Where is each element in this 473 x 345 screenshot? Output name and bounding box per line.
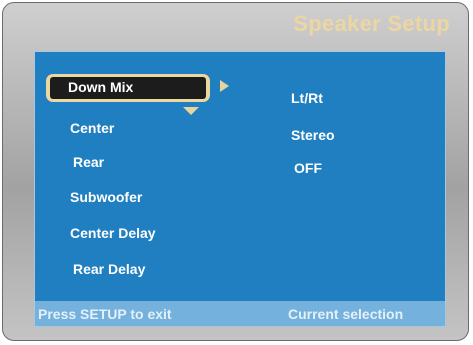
menu-item-rear-delay[interactable]: Rear Delay: [73, 261, 145, 277]
footer-bar: Press SETUP to exit Current selection: [35, 301, 445, 326]
menu-item-subwoofer[interactable]: Subwoofer: [70, 189, 142, 205]
exit-hint: Press SETUP to exit: [38, 306, 172, 322]
menu-item-rear[interactable]: Rear: [73, 154, 104, 170]
menu-item-center[interactable]: Center: [70, 120, 114, 136]
osd-frame: Speaker Setup Down Mix Center Rear Subwo…: [2, 2, 469, 341]
option-lt-rt[interactable]: Lt/Rt: [291, 90, 323, 106]
menu-item-center-delay[interactable]: Center Delay: [70, 225, 156, 241]
option-off[interactable]: OFF: [294, 160, 322, 176]
option-stereo[interactable]: Stereo: [291, 127, 335, 143]
menu-item-label: Down Mix: [50, 77, 206, 99]
arrow-right-icon: [220, 80, 229, 92]
speaker-setup-panel: Down Mix Center Rear Subwoofer Center De…: [34, 51, 446, 327]
menu-item-down-mix[interactable]: Down Mix: [46, 74, 210, 102]
arrow-down-icon: [183, 107, 199, 115]
status-text: Current selection: [288, 306, 404, 322]
page-title: Speaker Setup: [293, 11, 450, 36]
